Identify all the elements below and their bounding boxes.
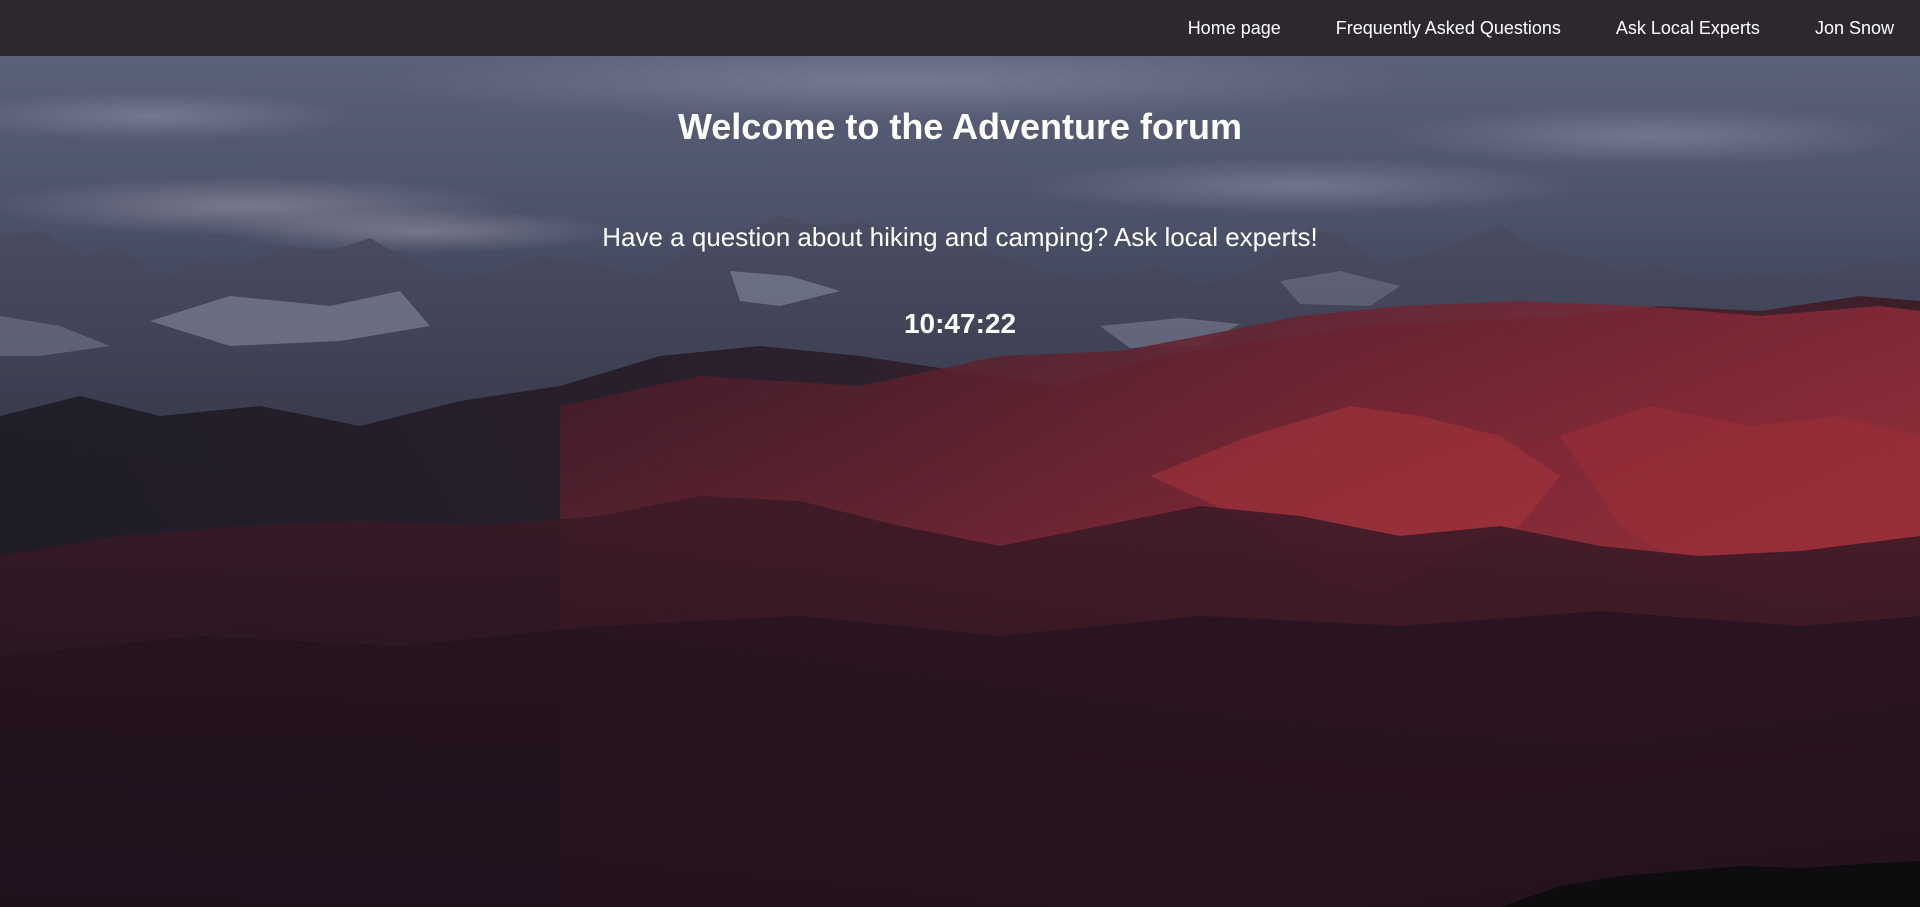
nav-link-faq[interactable]: Frequently Asked Questions xyxy=(1336,18,1561,39)
hero-subtitle: Have a question about hiking and camping… xyxy=(602,222,1318,252)
top-navbar: Home page Frequently Asked Questions Ask… xyxy=(0,0,1920,56)
nav-link-user-profile[interactable]: Jon Snow xyxy=(1815,18,1894,39)
hero-background-image xyxy=(0,56,1920,907)
current-time-clock: 10:47:22 xyxy=(903,308,1017,339)
nav-link-home[interactable]: Home page xyxy=(1188,18,1281,39)
page-title: Welcome to the Adventure forum xyxy=(677,106,1243,147)
page: Home page Frequently Asked Questions Ask… xyxy=(0,0,1920,907)
nav-link-ask-experts[interactable]: Ask Local Experts xyxy=(1616,18,1760,39)
